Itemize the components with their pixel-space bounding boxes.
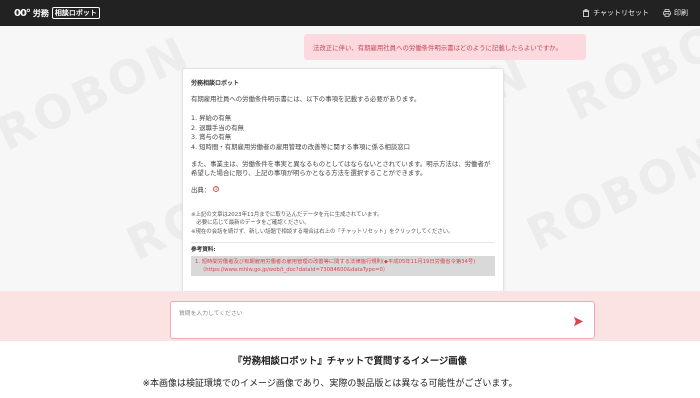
user-message-bubble: 法改正に伴い、有期雇用社員への労働条件明示書はどのように記載したらよいですか。 (304, 34, 586, 60)
list-item: 3. 賞与の有無 (191, 133, 232, 142)
note-line: ※上記の文章は2023年11月までに取り込んだデータを元に生成されています。 (191, 211, 383, 218)
list-item: 4. 短時間・有期雇用労働者の雇用管理の改善等に関する事項に係る相談窓口 (191, 142, 411, 151)
trash-icon (582, 9, 590, 17)
question-input[interactable] (179, 308, 559, 332)
chat-reset-label: チャットリセット (593, 9, 649, 17)
list-item: 2. 退職手当の有無 (191, 123, 244, 132)
send-icon[interactable] (573, 316, 584, 327)
background-watermark: ROBON (0, 26, 199, 162)
list-item: 1. 昇給の有無 (191, 114, 232, 123)
divider (191, 241, 494, 243)
print-label: 印刷 (674, 9, 688, 17)
reference-url[interactable]: （https://www.mhlw.go.jp/web/t_doc?dataId… (195, 266, 491, 274)
logo-mark: 00° (14, 7, 31, 19)
user-message-text: 法改正に伴い、有期雇用社員への労働条件明示書はどのように記載したらよいですか。 (313, 43, 562, 52)
image-caption: 『労務相談ロボット』チャットで質問するイメージ画像 (232, 356, 468, 367)
disclaimer-notice: ※本画像は検証環境でのイメージ画像であり、実際の製品版とは異なる可能性がございま… (142, 379, 518, 389)
header-actions: チャットリセット 印刷 (582, 8, 688, 18)
reference-title[interactable]: 1. 短時間労働者及び有期雇用労働者の雇用管理の改善等に関する法律施行規則(◆平… (195, 258, 491, 266)
input-area (0, 291, 700, 341)
logo-text: 労務 (32, 8, 49, 18)
references-label: 参考資料: (191, 246, 216, 253)
source-marker-link[interactable]: ① (213, 186, 220, 193)
app-header: 00° 労務 相談ロボット チャットリセット 印刷 (0, 0, 700, 26)
note-line: ※現在の会話を続けず、新しい話題で相談する場合は右上の「チャットリセット」をクリ… (191, 229, 454, 236)
bot-body: また、事業主は、労働条件を事実と異なるものとしてはならないとされています。明示方… (191, 160, 491, 178)
chat-area[interactable]: ROBON ROBON ROBON ROBON ROBON 法改正に伴い、有期雇… (0, 26, 700, 291)
background-watermark: ROBON (518, 124, 700, 262)
reference-link[interactable]: 1. 短時間労働者及び有期雇用労働者の雇用管理の改善等に関する法律施行規則(◆平… (191, 255, 495, 276)
source-reference: 出典： ① (191, 185, 494, 194)
printer-icon (663, 9, 671, 17)
bot-notes: ※上記の文章は2023年11月までに取り込んだデータを元に生成されています。 必… (191, 211, 494, 237)
print-button[interactable]: 印刷 (663, 8, 688, 18)
chat-reset-button[interactable]: チャットリセット (582, 8, 649, 18)
note-line: 必要に応じて最新のデータをご確認ください。 (191, 220, 310, 227)
bot-name: 労務相談ロボット (191, 80, 240, 87)
bot-intro: 有期雇用社員への労働条件明示書には、以下の事項を記載する必要があります。 (191, 95, 421, 103)
question-input-box[interactable] (170, 301, 595, 339)
app-logo[interactable]: 00° 労務 相談ロボット (14, 7, 100, 19)
bot-item-list: 1. 昇給の有無 2. 退職手当の有無 3. 賞与の有無 4. 短時間・有期雇用… (191, 114, 494, 152)
source-label: 出典： (191, 185, 211, 194)
logo-box-text: 相談ロボット (51, 7, 100, 19)
bot-response-card: 労務相談ロボット 有期雇用社員への労働条件明示書には、以下の事項を記載する必要が… (182, 68, 504, 291)
